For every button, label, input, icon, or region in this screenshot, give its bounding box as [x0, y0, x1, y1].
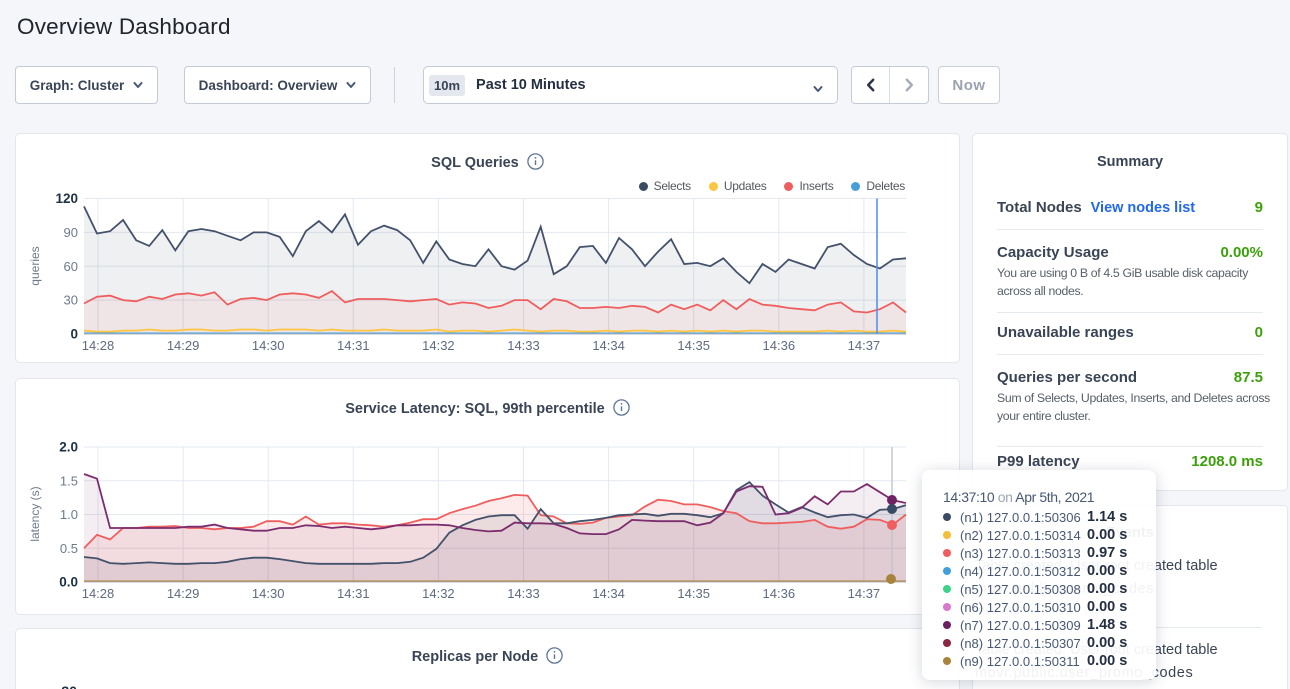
svg-text:0.5: 0.5	[60, 541, 78, 556]
svg-text:14:35: 14:35	[677, 338, 710, 353]
svg-text:14:30: 14:30	[252, 586, 285, 601]
svg-text:14:37: 14:37	[848, 338, 881, 353]
svg-text:14:28: 14:28	[82, 338, 115, 353]
svg-text:120: 120	[55, 191, 78, 206]
svg-text:14:31: 14:31	[337, 338, 370, 353]
svg-text:60: 60	[64, 259, 78, 274]
svg-text:14:30: 14:30	[252, 338, 285, 353]
svg-text:2.0: 2.0	[59, 440, 78, 455]
svg-text:14:36: 14:36	[763, 586, 796, 601]
svg-text:14:37: 14:37	[848, 586, 881, 601]
svg-text:latency (s): latency (s)	[28, 486, 42, 541]
svg-text:14:29: 14:29	[167, 338, 200, 353]
svg-text:0: 0	[70, 327, 78, 342]
svg-text:14:36: 14:36	[763, 338, 796, 353]
svg-text:30: 30	[64, 293, 78, 308]
svg-text:14:28: 14:28	[82, 586, 115, 601]
svg-text:14:35: 14:35	[677, 586, 710, 601]
svg-text:14:32: 14:32	[422, 338, 455, 353]
svg-text:14:32: 14:32	[422, 586, 455, 601]
svg-text:14:33: 14:33	[507, 586, 540, 601]
svg-text:1.5: 1.5	[60, 473, 78, 488]
svg-text:14:33: 14:33	[507, 338, 540, 353]
svg-text:14:31: 14:31	[337, 586, 370, 601]
svg-text:14:34: 14:34	[592, 338, 625, 353]
svg-text:0.0: 0.0	[59, 575, 78, 590]
svg-text:14:34: 14:34	[592, 586, 625, 601]
svg-text:90: 90	[64, 225, 78, 240]
svg-text:1.0: 1.0	[60, 507, 78, 522]
svg-text:queries: queries	[28, 246, 42, 285]
svg-text:14:29: 14:29	[167, 586, 200, 601]
